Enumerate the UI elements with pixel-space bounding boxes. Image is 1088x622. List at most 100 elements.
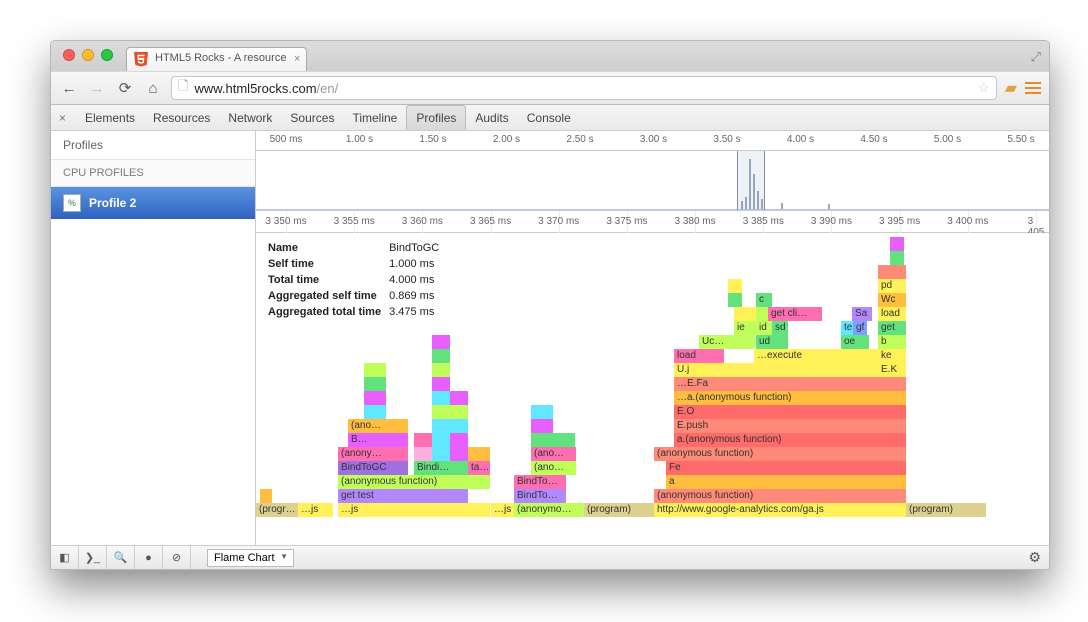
flame-bar[interactable]: Fe — [666, 461, 906, 475]
show-console-icon[interactable]: ❯_ — [79, 546, 107, 569]
flame-bar[interactable] — [432, 335, 450, 349]
overview-selection[interactable] — [737, 151, 765, 210]
flame-bar[interactable] — [531, 405, 553, 419]
expand-window-icon[interactable]: ⤢ — [1031, 49, 1041, 65]
flame-bar[interactable] — [432, 349, 450, 363]
overview-timeline[interactable] — [256, 151, 1049, 211]
flame-bar[interactable]: c — [756, 293, 772, 307]
flame-bar[interactable]: (anonymous function) — [338, 475, 490, 489]
flame-bar[interactable]: E.K — [878, 363, 906, 377]
flame-bar[interactable] — [553, 433, 575, 447]
flame-bar[interactable] — [414, 447, 432, 461]
flame-bar[interactable]: BindToGC — [338, 461, 408, 475]
flame-bar[interactable]: ud — [756, 335, 788, 349]
flame-bar[interactable] — [728, 293, 742, 307]
devtools-tab-network[interactable]: Network — [219, 106, 281, 130]
flame-bar[interactable] — [450, 391, 468, 405]
flame-bar[interactable]: b — [878, 335, 906, 349]
flame-bar[interactable]: (anony… — [338, 447, 408, 461]
flame-bar[interactable]: http://www.google-analytics.com/ga.js — [654, 503, 906, 517]
flame-bar[interactable] — [432, 405, 450, 419]
flame-bar[interactable] — [432, 419, 450, 433]
flame-bar[interactable]: Sa — [852, 307, 872, 321]
record-icon[interactable]: ● — [135, 546, 163, 569]
flame-bar[interactable] — [364, 363, 386, 377]
flame-bar[interactable]: (program) — [906, 503, 986, 517]
flame-bar[interactable]: U.j — [674, 363, 906, 377]
flame-bar[interactable]: (program) — [584, 503, 654, 517]
flame-bar[interactable]: (anonymous function) — [654, 489, 906, 503]
flame-bar[interactable] — [432, 433, 450, 447]
flame-bar[interactable] — [364, 405, 386, 419]
flame-bar[interactable]: …js — [298, 503, 333, 517]
flame-bar[interactable]: E.O — [674, 405, 906, 419]
flame-bar[interactable] — [364, 377, 386, 391]
back-icon[interactable]: ← — [59, 80, 79, 97]
sidebar-item-profile2[interactable]: % Profile 2 — [51, 187, 255, 219]
devtools-tab-resources[interactable]: Resources — [144, 106, 219, 130]
flame-bar[interactable] — [890, 251, 904, 265]
view-selector[interactable]: Flame Chart — [207, 549, 294, 567]
clear-icon[interactable]: ⊘ — [163, 546, 191, 569]
flame-bar[interactable]: …a.(anonymous function) — [674, 391, 906, 405]
flame-bar[interactable]: gf — [853, 321, 867, 335]
flame-bar[interactable] — [450, 447, 468, 461]
flame-bar[interactable]: sd — [772, 321, 788, 335]
flame-bar[interactable] — [468, 447, 490, 461]
reload-icon[interactable]: ⟳ — [115, 79, 135, 97]
flame-bar[interactable]: BindTo… — [514, 475, 566, 489]
flame-bar[interactable] — [890, 237, 904, 251]
flame-bar[interactable] — [432, 391, 450, 405]
flame-bar[interactable]: (anonymo… — [514, 503, 584, 517]
flame-bar[interactable]: …E.Fa — [674, 377, 906, 391]
flame-bar[interactable]: ke — [878, 349, 906, 363]
flame-bar[interactable]: …execute — [754, 349, 886, 363]
flame-bar[interactable] — [450, 419, 468, 433]
flame-bar[interactable]: …js — [491, 503, 514, 517]
flame-bar[interactable]: E.push — [674, 419, 906, 433]
flame-bar[interactable]: te — [841, 321, 853, 335]
forward-icon[interactable]: → — [87, 80, 107, 97]
flame-bar[interactable]: ie — [734, 321, 756, 335]
home-icon[interactable]: ⌂ — [143, 80, 163, 97]
flame-bar[interactable]: (ano… — [348, 419, 408, 433]
flame-bar[interactable] — [432, 377, 450, 391]
flame-bar[interactable]: ta… — [468, 461, 490, 475]
devtools-close-icon[interactable]: × — [59, 111, 66, 125]
browser-tab[interactable]: HTML5 Rocks - A resource × — [126, 47, 307, 71]
flame-bar[interactable]: get cli… — [768, 307, 822, 321]
flame-bar[interactable]: Bindi… — [414, 461, 468, 475]
flame-bar[interactable]: Wc — [878, 293, 906, 307]
flame-chart[interactable]: NameBindToGCSelf time1.000 msTotal time4… — [256, 233, 1049, 545]
flame-bar[interactable] — [531, 433, 553, 447]
close-tab-icon[interactable]: × — [294, 53, 300, 65]
flame-bar[interactable] — [734, 307, 756, 321]
extension-icon[interactable]: ▰ — [1005, 78, 1017, 98]
site-info-icon[interactable]: 🗋 — [178, 77, 188, 99]
settings-gear-icon[interactable]: ⚙ — [1028, 549, 1041, 566]
zoom-window-icon[interactable] — [101, 49, 113, 61]
search-icon[interactable]: 🔍 — [107, 546, 135, 569]
flame-bar[interactable]: a — [666, 475, 906, 489]
flame-bar[interactable] — [450, 405, 468, 419]
devtools-tab-console[interactable]: Console — [518, 106, 580, 130]
flame-bar[interactable] — [878, 265, 906, 279]
flame-bar[interactable]: oe — [841, 335, 869, 349]
address-bar[interactable]: 🗋 www.html5rocks.com/en/ ☆ — [171, 76, 997, 100]
flame-bar[interactable]: BindTo… — [514, 489, 566, 503]
flame-bar[interactable] — [450, 433, 468, 447]
close-window-icon[interactable] — [63, 49, 75, 61]
flame-bar[interactable]: (anonymous function) — [654, 447, 906, 461]
flame-bar[interactable]: get — [878, 321, 906, 335]
devtools-tab-sources[interactable]: Sources — [281, 106, 343, 130]
devtools-tab-timeline[interactable]: Timeline — [343, 106, 406, 130]
minimize-window-icon[interactable] — [82, 49, 94, 61]
dock-side-icon[interactable]: ◧ — [51, 546, 79, 569]
bookmark-star-icon[interactable]: ☆ — [978, 80, 990, 96]
devtools-tab-profiles[interactable]: Profiles — [406, 105, 466, 130]
devtools-tab-elements[interactable]: Elements — [76, 106, 144, 130]
flame-bar[interactable] — [414, 433, 432, 447]
flame-bar[interactable]: (progr… — [256, 503, 298, 517]
flame-bar[interactable]: id — [756, 321, 772, 335]
flame-bar[interactable]: (ano… — [531, 461, 576, 475]
